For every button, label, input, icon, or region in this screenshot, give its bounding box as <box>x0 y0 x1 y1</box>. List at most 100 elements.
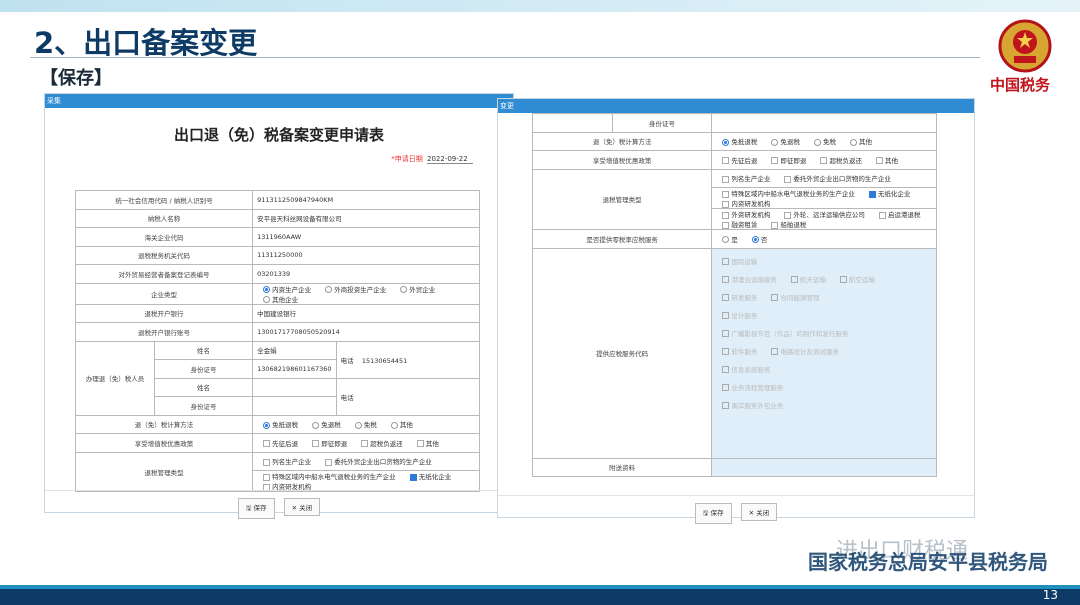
close-button[interactable]: ✕ 关闭 <box>740 503 778 521</box>
option-label: 航天运输 <box>799 275 826 284</box>
row-label: 电话 <box>335 377 481 416</box>
checkbox[interactable] <box>876 157 884 165</box>
radio-calc[interactable] <box>771 138 779 146</box>
agent2-name[interactable] <box>252 377 337 397</box>
checkbox[interactable] <box>771 221 779 229</box>
checkbox[interactable] <box>878 211 886 219</box>
row-label: 身份证号 <box>153 359 254 379</box>
row-label: 统一社会信用代码 / 纳税人识别号 <box>74 190 254 210</box>
radio-no[interactable] <box>751 236 759 244</box>
checkbox[interactable] <box>722 384 730 391</box>
checkbox[interactable] <box>722 402 730 409</box>
option-label: 列名生产企业 <box>731 175 771 184</box>
option-label: 无纸化企业 <box>418 473 452 481</box>
checkbox-checked[interactable] <box>409 473 417 481</box>
radio-domestic[interactable] <box>263 286 271 293</box>
row-label: 退税管理类型 <box>74 451 254 492</box>
radio-calc[interactable] <box>354 421 362 429</box>
radio-calc[interactable] <box>263 421 271 429</box>
option-label: 特殊区域内中船水电气退税业务的生产企业 <box>272 473 396 481</box>
button-bar: 🖫 保存 ✕ 关闭 <box>498 495 974 524</box>
option-label: 免抵退税 <box>731 138 758 147</box>
save-label: 保存 <box>710 509 724 517</box>
checkbox[interactable] <box>722 221 730 229</box>
option-label: 其他 <box>885 156 899 165</box>
checkbox[interactable] <box>263 458 271 466</box>
checkbox[interactable] <box>784 211 792 219</box>
table-row: 退税税务机关代码 11311250000 <box>74 245 480 265</box>
option-label: 电路设计及测试服务 <box>780 347 839 356</box>
option-label: 外资研发机构 <box>731 211 771 219</box>
agent-name[interactable]: 全金娟 <box>252 340 337 360</box>
table-row: 退税开户银行 中国建设银行 <box>74 303 480 323</box>
checkbox[interactable] <box>722 348 730 355</box>
checkbox[interactable] <box>722 190 730 198</box>
row-value: 03201339 <box>252 264 480 284</box>
radio-calc[interactable] <box>813 138 821 146</box>
save-button[interactable]: 🖫 保存 <box>694 503 732 524</box>
checkbox[interactable] <box>784 175 792 183</box>
checkbox[interactable] <box>771 348 779 355</box>
agent-id[interactable]: 130682198601167360 <box>252 359 337 379</box>
row-label: 身份证号 <box>153 396 254 416</box>
checkbox[interactable] <box>722 330 730 337</box>
option-label: 委托外贸企业出口货物的生产企业 <box>793 175 891 184</box>
save-button[interactable]: 🖫 保存 <box>237 498 275 519</box>
date-value[interactable]: 2022-09-22 <box>427 155 473 164</box>
row-label: 是否提供零税率应税服务 <box>531 229 713 249</box>
attachments-field[interactable] <box>711 457 937 477</box>
agent2-id[interactable] <box>252 396 337 416</box>
checkbox[interactable] <box>312 440 320 448</box>
radio-other[interactable] <box>263 296 271 303</box>
title-divider <box>30 57 980 58</box>
close-button[interactable]: ✕ 关闭 <box>283 498 321 516</box>
radio-foreign[interactable] <box>325 286 333 293</box>
slide-subtitle: 【保存】 <box>40 68 112 89</box>
emblem-caption: 中国税务 <box>990 76 1051 94</box>
calc-row: 退（免）税计算方法 免抵退税 免退税 免税 其他 <box>74 414 480 434</box>
checkbox[interactable] <box>722 294 730 301</box>
checkbox[interactable] <box>722 276 730 283</box>
checkbox[interactable] <box>361 440 369 448</box>
radio-trade[interactable] <box>400 286 408 293</box>
checkbox[interactable] <box>839 276 847 283</box>
radio-calc[interactable] <box>722 138 730 146</box>
checkbox[interactable] <box>416 440 424 448</box>
radio-calc[interactable] <box>312 421 320 429</box>
radio-calc[interactable] <box>390 421 398 429</box>
row-label: 退税管理类型 <box>531 168 713 230</box>
agent-phone[interactable]: 15130654451 <box>362 357 408 365</box>
checkbox-checked[interactable] <box>868 190 876 198</box>
service-code-options: 国际运输 港澳台运输服务 航天运输 航空运输 研发服务 合同能源管理 设计服务 … <box>711 247 937 459</box>
option-label: 先征后退 <box>731 156 758 165</box>
checkbox[interactable] <box>771 157 779 165</box>
radio-calc[interactable] <box>850 138 858 146</box>
window-header: 变更 <box>498 99 974 113</box>
checkbox[interactable] <box>263 440 271 448</box>
option-label: 业务流程管理服务 <box>731 383 784 392</box>
checkbox[interactable] <box>722 200 730 208</box>
policy-row: 享受增值税优惠政策 先征后退 即征即退 超税负返还 其他 <box>531 150 937 170</box>
checkbox[interactable] <box>771 294 779 301</box>
option-label: 即征即退 <box>780 156 807 165</box>
calc-row: 退（免）税计算方法 免抵退税 免退税 免税 其他 <box>531 131 937 151</box>
radio-yes[interactable] <box>722 236 730 244</box>
option-label: 广播影视节目（作品）的制作和发行服务 <box>731 329 849 338</box>
option-label: 外商投资生产企业 <box>334 285 387 294</box>
option-label: 其他 <box>425 439 439 448</box>
right-form-window: 变更 身份证号 退（免）税计算方法 免抵退税 免退税 免税 其他 享受增值税优惠… <box>497 98 975 524</box>
checkbox[interactable] <box>722 211 730 219</box>
checkbox[interactable] <box>325 458 333 466</box>
checkbox[interactable] <box>722 312 730 319</box>
page-number: 13 <box>1042 588 1058 602</box>
option-label: 无纸化企业 <box>877 190 911 198</box>
close-label: 关闭 <box>299 504 313 512</box>
checkbox[interactable] <box>722 366 730 373</box>
checkbox[interactable] <box>790 276 798 283</box>
checkbox[interactable] <box>722 258 730 265</box>
checkbox[interactable] <box>263 473 271 481</box>
date-field[interactable]: *申请日期 2022-09-22 <box>391 154 473 164</box>
checkbox[interactable] <box>820 157 828 165</box>
checkbox[interactable] <box>722 157 730 165</box>
checkbox[interactable] <box>722 175 730 183</box>
